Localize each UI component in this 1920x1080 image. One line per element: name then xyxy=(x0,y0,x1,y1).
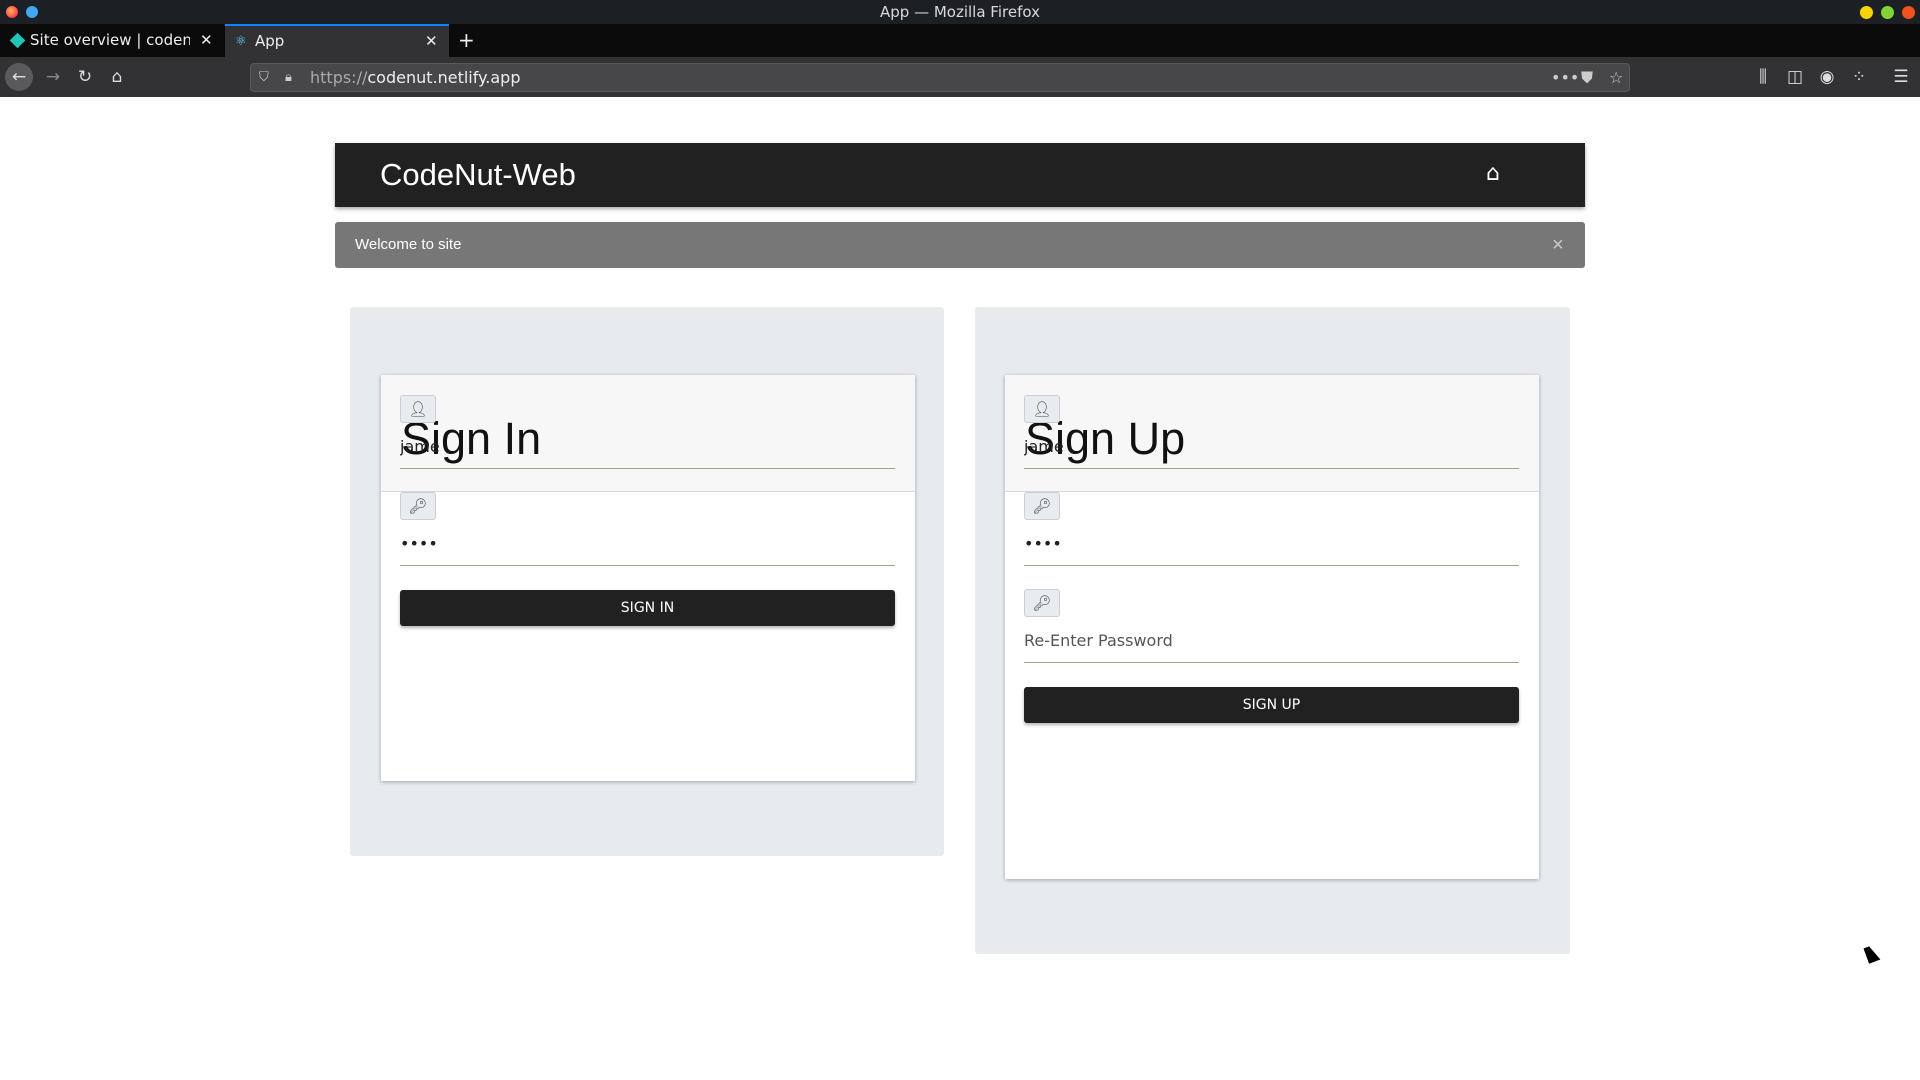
home-button[interactable]: ⌂ xyxy=(104,57,130,97)
tab-site-overview[interactable]: Site overview | codenut ✕ xyxy=(0,24,222,57)
signup-panel: Sign Up 👤︎ 🔑︎ •••• 🔑︎ SIGN UP xyxy=(975,307,1570,954)
user-icon: 👤︎ xyxy=(1024,395,1060,423)
reenter-password-input[interactable] xyxy=(1024,631,1519,650)
signin-card: Sign In 👤︎ 🔑︎ •••• SIGN IN xyxy=(381,375,915,781)
home-icon[interactable]: ⌂ xyxy=(1486,161,1500,186)
signup-card: Sign Up 👤︎ 🔑︎ •••• 🔑︎ SIGN UP xyxy=(1005,375,1539,879)
url-bar[interactable]: ⛉ 🔒︎ https://codenut.netlify.app ••• ⛊ ☆ xyxy=(250,63,1630,92)
library-icon[interactable]: ⫼ xyxy=(1750,57,1776,97)
signin-panel: Sign In 👤︎ 🔑︎ •••• SIGN IN xyxy=(350,307,944,856)
signin-password-input[interactable]: •••• xyxy=(400,534,895,553)
new-tab-button[interactable]: + xyxy=(450,24,483,57)
netlify-diamond-icon xyxy=(9,32,26,49)
react-icon: ⚛ xyxy=(235,34,247,49)
window-title: App — Mozilla Firefox xyxy=(880,3,1040,21)
signup-password-input[interactable]: •••• xyxy=(1024,534,1519,553)
app-dot-icon xyxy=(26,6,38,18)
signin-password-field[interactable]: 🔑︎ •••• xyxy=(400,492,895,566)
lock-icon[interactable]: 🔒︎ xyxy=(285,64,292,91)
close-tab-icon[interactable]: ✕ xyxy=(425,26,438,57)
menu-icon[interactable]: ☰ xyxy=(1888,57,1914,97)
sign-in-button[interactable]: SIGN IN xyxy=(400,590,895,626)
close-tab-icon[interactable]: ✕ xyxy=(200,24,213,57)
alert-message: Welcome to site xyxy=(355,236,462,253)
tab-label: App xyxy=(255,32,285,50)
signup-reenter-field[interactable]: 🔑︎ xyxy=(1024,589,1519,663)
alert-close-button[interactable]: × xyxy=(1552,222,1564,268)
forward-button[interactable]: → xyxy=(40,57,66,97)
minimize-button[interactable] xyxy=(1860,6,1873,19)
maximize-button[interactable] xyxy=(1881,6,1894,19)
signin-username-input[interactable] xyxy=(400,437,895,456)
bookmark-star-icon[interactable]: ☆ xyxy=(1609,64,1623,91)
page-actions-icon[interactable]: ••• xyxy=(1551,64,1579,91)
key-icon: 🔑︎ xyxy=(1024,589,1060,617)
account-icon[interactable]: ◉ xyxy=(1814,57,1840,97)
pocket-icon[interactable]: ⛊ xyxy=(1581,64,1593,91)
mouse-cursor-icon xyxy=(1863,944,1881,964)
sign-up-button[interactable]: SIGN UP xyxy=(1024,687,1519,723)
shield-icon[interactable]: ⛉ xyxy=(259,64,269,91)
extensions-icon[interactable]: ⁘ xyxy=(1846,57,1872,97)
close-window-button[interactable] xyxy=(1902,6,1915,19)
url-text[interactable]: https://codenut.netlify.app xyxy=(310,64,520,91)
tab-bar: Site overview | codenut ✕ ⚛ App ✕ + xyxy=(0,24,1920,57)
signup-password-field[interactable]: 🔑︎ •••• xyxy=(1024,492,1519,566)
tab-app[interactable]: ⚛ App ✕ xyxy=(225,24,449,57)
app-header: CodeNut-Web ⌂ xyxy=(335,143,1585,207)
signup-username-field[interactable]: 👤︎ xyxy=(1024,395,1519,469)
welcome-alert: Welcome to site × xyxy=(335,222,1585,268)
sidebar-icon[interactable]: ◫ xyxy=(1782,57,1808,97)
user-icon: 👤︎ xyxy=(400,395,436,423)
firefox-logo-icon xyxy=(6,6,18,18)
key-icon: 🔑︎ xyxy=(400,492,436,520)
key-icon: 🔑︎ xyxy=(1024,492,1060,520)
reload-button[interactable]: ↻ xyxy=(72,57,98,97)
back-button[interactable]: ← xyxy=(5,63,33,91)
signin-username-field[interactable]: 👤︎ xyxy=(400,395,895,469)
tab-label: Site overview | codenut xyxy=(30,31,190,49)
brand-title[interactable]: CodeNut-Web xyxy=(380,157,576,193)
signup-username-input[interactable] xyxy=(1024,437,1519,456)
window-titlebar: App — Mozilla Firefox xyxy=(0,0,1920,24)
